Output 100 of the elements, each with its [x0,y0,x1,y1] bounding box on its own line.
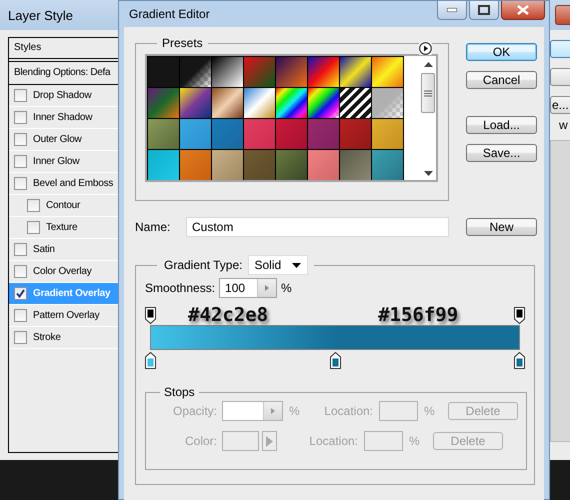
color-annotation: #156f99 [378,304,458,326]
gradient-swatch[interactable] [372,57,403,87]
gradient-swatch[interactable] [180,57,211,87]
dialog-button[interactable]: OK [466,43,537,61]
percent-label: % [424,404,436,418]
gradient-swatch[interactable] [372,119,403,149]
gradient-type-label: Gradient Type: [164,258,242,272]
minimize-icon [447,8,457,12]
location-label: Location: [308,434,358,448]
window-title: Layer Style [8,8,74,22]
effect-label: Bevel and Emboss [33,178,114,189]
minimize-button[interactable] [437,1,467,20]
close-button[interactable] [555,5,570,25]
gradient-swatch[interactable] [212,57,243,87]
gradient-swatch[interactable] [340,150,371,180]
effect-label: Inner Glow [33,156,80,167]
checkbox[interactable] [14,287,27,300]
gradient-swatch[interactable] [372,88,403,118]
scroll-thumb[interactable] [421,73,435,113]
percent-label: % [281,281,292,295]
gradient-swatch[interactable] [148,119,179,149]
gradient-swatch[interactable] [212,119,243,149]
gradient-swatch[interactable] [212,88,243,118]
checkbox[interactable] [14,133,27,146]
menu-icon[interactable] [419,42,432,55]
gradient-swatch[interactable] [244,150,275,180]
effect-label: Pattern Overlay [33,310,100,321]
dialog-button[interactable]: Cancel [466,71,537,89]
checkbox[interactable] [14,177,27,190]
percent-label: % [409,434,421,448]
checkbox[interactable] [14,89,27,102]
gradient-swatch[interactable] [340,88,371,118]
checkbox[interactable] [14,331,27,344]
gradient-swatch[interactable] [308,150,339,180]
checkbox[interactable] [14,155,27,168]
stop-label: Color: [184,434,217,448]
gradient-swatch[interactable] [180,119,211,149]
close-button[interactable] [501,1,545,20]
new-button[interactable]: New [466,218,537,236]
arrow-icon [266,436,273,446]
smoothness-field[interactable]: 100 [219,278,278,298]
gradient-swatch[interactable] [308,57,339,87]
caret-icon [292,262,302,268]
gradient-swatch[interactable] [244,119,275,149]
checkbox[interactable] [14,111,27,124]
checkbox[interactable] [27,221,40,234]
gradient-swatch[interactable] [308,88,339,118]
scroll-up-icon[interactable] [424,62,432,67]
gradient-swatch[interactable] [212,150,243,180]
effect-label: Gradient Overlay [33,288,110,299]
group-title: Presets [161,36,204,50]
effect-label: Outer Glow [33,134,82,145]
gradient-swatch[interactable] [340,57,371,87]
group-title: Stops [163,385,196,399]
effect-label: Inner Shadow [33,112,92,123]
gradient-swatch[interactable] [180,88,211,118]
color-stop[interactable] [145,352,156,369]
gradient-swatch[interactable] [372,150,403,180]
opacity-stop[interactable] [145,307,156,324]
gradient-swatch[interactable] [276,119,307,149]
name-field[interactable]: Custom [186,217,449,237]
gradient-swatch[interactable] [244,57,275,87]
dialog-button[interactable]: Load... [466,116,537,134]
arrow-icon[interactable] [271,408,275,414]
gradient-swatch[interactable] [180,150,211,180]
checkbox[interactable] [14,243,27,256]
color-stop[interactable] [330,352,340,369]
effect-label: Color Overlay [33,266,92,277]
checkbox[interactable] [14,265,27,278]
arrow-icon[interactable] [265,285,270,291]
gradient-swatch[interactable] [308,119,339,149]
smoothness-label: Smoothness: [145,281,216,295]
option-label: w [558,118,569,132]
gradient-swatch[interactable] [148,88,179,118]
gradient-swatch[interactable] [276,150,307,180]
gradient-swatch[interactable] [148,57,179,87]
dialog-button[interactable]: Save... [466,144,537,162]
checkbox[interactable] [27,199,40,212]
opacity-stop[interactable] [514,307,525,324]
close-icon [517,5,529,15]
gradient-swatch[interactable] [244,88,275,118]
color-annotation: #42c2e8 [188,304,268,326]
gradient-swatch[interactable] [276,88,307,118]
percent-label: % [289,404,301,418]
dialog-button[interactable] [550,68,570,86]
stop-label: Opacity: [172,404,217,418]
dialog-button[interactable] [550,40,570,58]
checkbox[interactable] [14,309,27,322]
scroll-down-icon[interactable] [424,171,432,176]
effect-label: Texture [46,222,78,233]
gradient-swatch[interactable] [148,150,179,180]
effect-label: Satin [33,244,55,255]
dialog-button[interactable]: e... [550,96,570,114]
window-title: Gradient Editor [129,7,210,21]
color-stop[interactable] [514,352,525,369]
gradient-swatch[interactable] [340,119,371,149]
maximize-icon [478,5,490,15]
gradient-swatch[interactable] [276,57,307,87]
maximize-button[interactable] [469,1,499,20]
gradient-type-dropdown[interactable]: Solid [248,255,308,275]
